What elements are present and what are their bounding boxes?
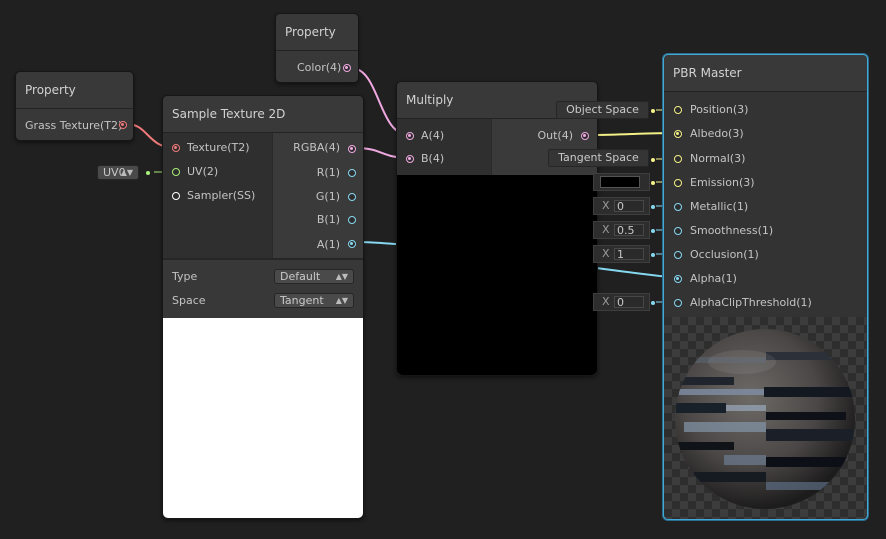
position-space-field[interactable]: Object Space xyxy=(556,101,649,119)
metallic-input[interactable]: 0 xyxy=(614,200,644,213)
dropdown-arrow-icon: ▲▼ xyxy=(120,168,133,177)
space-label: Space xyxy=(172,294,206,307)
input-port-emission[interactable] xyxy=(674,179,682,187)
input-port-position[interactable] xyxy=(674,106,682,114)
preview-sphere xyxy=(675,329,855,509)
emission-color-field[interactable] xyxy=(593,173,650,191)
type-label: Type xyxy=(172,270,198,283)
output-label-a: A(1) xyxy=(316,238,340,251)
input-label-normal: Normal(3) xyxy=(690,152,746,165)
output-port-grass-texture[interactable] xyxy=(119,121,127,129)
input-port-normal[interactable] xyxy=(674,155,682,163)
output-port-g[interactable] xyxy=(348,193,356,201)
occlusion-field[interactable]: X 1 xyxy=(593,245,650,263)
output-port-rgba[interactable] xyxy=(348,145,356,153)
input-label-uv: UV(2) xyxy=(187,165,219,178)
output-port-a[interactable] xyxy=(348,240,356,248)
alphaclip-input[interactable]: 0 xyxy=(614,296,644,309)
input-port-texture[interactable] xyxy=(172,144,180,152)
input-port-alpha[interactable] xyxy=(674,275,682,283)
space-dropdown[interactable]: Tangent ▲▼ xyxy=(274,293,354,308)
input-port-sampler[interactable] xyxy=(172,192,180,200)
metallic-field[interactable]: X 0 xyxy=(593,197,650,215)
output-label-r: R(1) xyxy=(316,166,340,179)
input-label-position: Position(3) xyxy=(690,103,749,116)
output-port-b[interactable] xyxy=(348,216,356,224)
node-title: Property xyxy=(276,14,358,51)
input-port-uv[interactable] xyxy=(172,168,180,176)
metallic-slot-port[interactable] xyxy=(651,205,655,209)
input-port-albedo[interactable] xyxy=(674,130,682,138)
output-port-out[interactable] xyxy=(581,132,589,140)
material-preview[interactable] xyxy=(664,317,867,519)
alphaclip-field[interactable]: X 0 xyxy=(593,293,650,311)
input-port-alphaclip[interactable] xyxy=(674,299,682,307)
output-label-out: Out(4) xyxy=(537,129,573,142)
smoothness-input[interactable]: 0.5 xyxy=(614,224,644,237)
node-title: Sample Texture 2D xyxy=(163,96,363,133)
output-label-b: B(1) xyxy=(316,213,340,226)
normal-slot-port[interactable] xyxy=(651,158,655,162)
emission-color-swatch[interactable] xyxy=(600,176,640,188)
output-port-color[interactable] xyxy=(343,64,351,72)
input-label-albedo: Albedo(3) xyxy=(690,127,744,140)
emission-slot-port[interactable] xyxy=(651,181,655,185)
output-label-grass-texture: Grass Texture(T2) xyxy=(25,119,123,132)
sample-texture-2d-node[interactable]: Sample Texture 2D Texture(T2) UV(2) Samp… xyxy=(162,95,364,519)
input-label-metallic: Metallic(1) xyxy=(690,200,749,213)
occlusion-slot-port[interactable] xyxy=(651,253,655,257)
input-label-alphaclip: AlphaClipThreshold(1) xyxy=(690,296,812,309)
multiply-preview xyxy=(397,175,597,375)
input-port-a[interactable] xyxy=(406,132,414,140)
input-port-b[interactable] xyxy=(406,155,414,163)
smoothness-field[interactable]: X 0.5 xyxy=(593,221,650,239)
occlusion-input[interactable]: 1 xyxy=(614,248,644,261)
input-port-smoothness[interactable] xyxy=(674,227,682,235)
dropdown-arrow-icon: ▲▼ xyxy=(335,272,348,281)
input-port-occlusion[interactable] xyxy=(674,251,682,259)
type-dropdown[interactable]: Default ▲▼ xyxy=(274,269,354,284)
input-label-texture: Texture(T2) xyxy=(187,141,250,154)
alphaclip-slot-port[interactable] xyxy=(651,301,655,305)
normal-space-field[interactable]: Tangent Space xyxy=(548,149,649,167)
property-node-texture[interactable]: Property Grass Texture(T2) xyxy=(15,71,134,141)
input-label-occlusion: Occlusion(1) xyxy=(690,248,759,261)
input-label-alpha: Alpha(1) xyxy=(690,272,737,285)
smoothness-slot-port[interactable] xyxy=(651,229,655,233)
output-label-rgba: RGBA(4) xyxy=(293,141,340,154)
dropdown-arrow-icon: ▲▼ xyxy=(335,296,348,305)
output-label-color: Color(4) xyxy=(297,61,342,74)
uv-output-port[interactable] xyxy=(146,171,150,175)
texture-preview xyxy=(163,318,363,518)
input-port-metallic[interactable] xyxy=(674,203,682,211)
input-label-smoothness: Smoothness(1) xyxy=(690,224,774,237)
input-label-b: B(4) xyxy=(421,152,445,165)
pbr-master-node[interactable]: PBR Master Position(3) Albedo(3) Normal(… xyxy=(663,54,868,520)
property-node-color[interactable]: Property Color(4) xyxy=(275,13,359,83)
position-slot-port[interactable] xyxy=(651,109,655,113)
input-label-sampler: Sampler(SS) xyxy=(187,189,256,202)
uv-channel-dropdown[interactable]: UV0 ▲▼ xyxy=(97,165,139,180)
input-label-a: A(4) xyxy=(421,129,445,142)
input-label-emission: Emission(3) xyxy=(690,176,755,189)
node-title: PBR Master xyxy=(664,55,867,92)
output-label-g: G(1) xyxy=(315,190,340,203)
output-port-r[interactable] xyxy=(348,169,356,177)
node-title: Property xyxy=(16,72,133,109)
multiply-node[interactable]: Multiply A(4) B(4) Out(4) xyxy=(396,81,598,376)
